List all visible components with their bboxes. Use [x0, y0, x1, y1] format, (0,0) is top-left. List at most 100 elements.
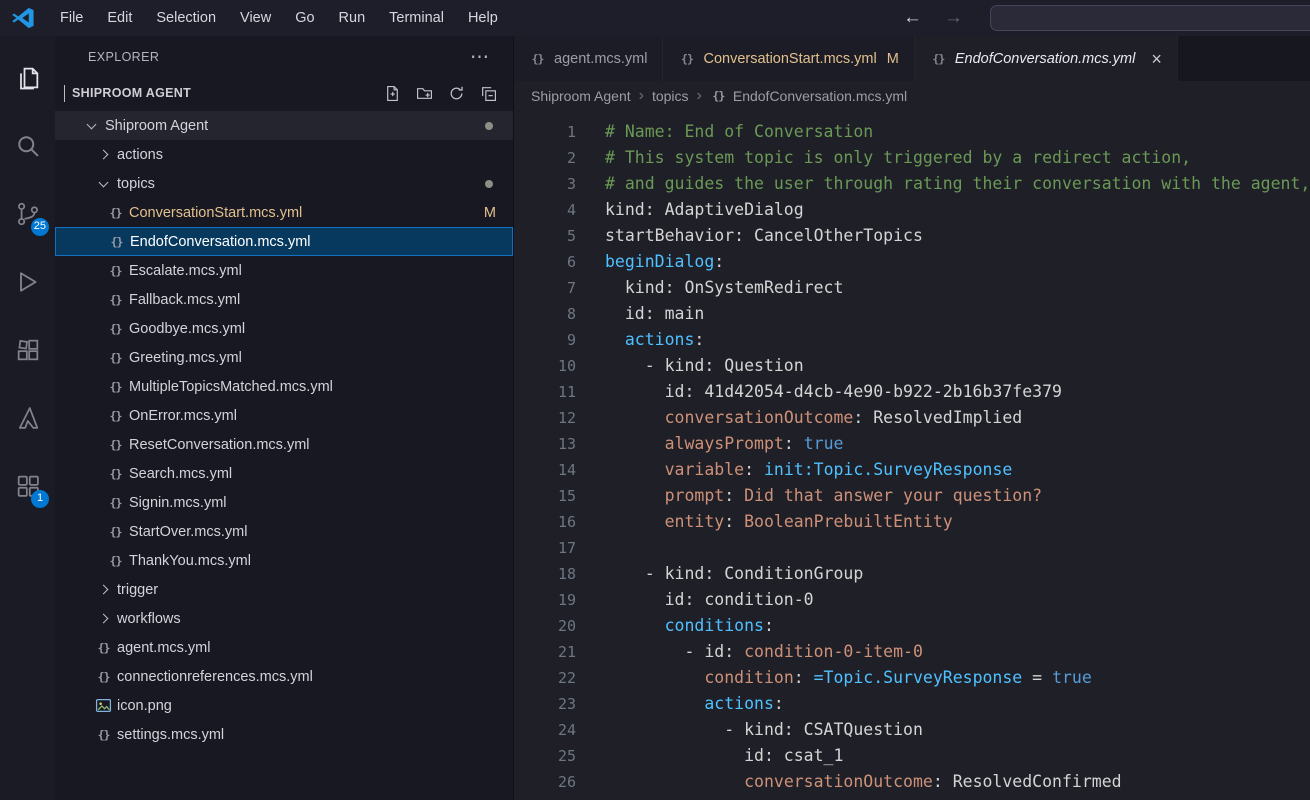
- code-line: 14 variable: init:Topic.SurveyResponse: [514, 457, 1310, 483]
- tree-item-endofconversation-mcs-yml[interactable]: {}EndofConversation.mcs.yml: [55, 227, 513, 256]
- line-number: 4: [514, 197, 576, 223]
- code-line-text: id: 41d42054-d4cb-4e90-b922-2b16b37fe379: [605, 379, 1062, 405]
- tree-item-workflows[interactable]: workflows: [55, 604, 513, 633]
- yaml-file-icon: {}: [95, 668, 112, 685]
- tree-item-fallback-mcs-yml[interactable]: {}Fallback.mcs.yml: [55, 285, 513, 314]
- section-label: SHIPROOM AGENT: [72, 86, 191, 100]
- tree-item-conversationstart-mcs-yml[interactable]: {}ConversationStart.mcs.ymlM: [55, 198, 513, 227]
- tree-item-label: ConversationStart.mcs.yml: [129, 205, 302, 221]
- tree-item-label: settings.mcs.yml: [117, 727, 224, 743]
- more-actions-icon[interactable]: ⋯: [470, 48, 489, 67]
- tree-item-label: agent.mcs.yml: [117, 640, 210, 656]
- breadcrumb-item-shiproom-agent[interactable]: Shiproom Agent: [531, 88, 631, 104]
- line-number: 15: [514, 483, 576, 509]
- line-number: 21: [514, 639, 576, 665]
- code-line: 16 entity: BooleanPrebuiltEntity: [514, 509, 1310, 535]
- source-control-icon[interactable]: 25: [0, 180, 55, 248]
- code-line: 9 actions:: [514, 327, 1310, 353]
- refresh-icon[interactable]: [448, 85, 465, 102]
- line-number: 1: [514, 119, 576, 145]
- tree-item-shiproom-agent[interactable]: Shiproom Agent: [55, 111, 513, 140]
- chevron-down-icon: [93, 182, 114, 186]
- tree-item-label: Greeting.mcs.yml: [129, 350, 242, 366]
- tree-item-resetconversation-mcs-yml[interactable]: {}ResetConversation.mcs.yml: [55, 430, 513, 459]
- yaml-file-icon: {}: [107, 204, 124, 221]
- tree-item-trigger[interactable]: trigger: [55, 575, 513, 604]
- menu-view[interactable]: View: [228, 0, 283, 36]
- back-arrow-icon[interactable]: ←: [903, 7, 922, 29]
- menu-file[interactable]: File: [48, 0, 95, 36]
- explorer-icon[interactable]: [0, 44, 55, 112]
- file-tree: Shiproom Agentactionstopics {} Conversatio…: [55, 108, 513, 800]
- menu-go[interactable]: Go: [283, 0, 326, 36]
- tree-item-agent-mcs-yml[interactable]: {}agent.mcs.yml: [55, 633, 513, 662]
- code-line: 5startBehavior: CancelOtherTopics: [514, 223, 1310, 249]
- azure-icon[interactable]: [0, 384, 55, 452]
- menu-help[interactable]: Help: [456, 0, 510, 36]
- tree-item-label: connectionreferences.mcs.yml: [117, 669, 313, 685]
- tree-item-multipletopicsmatched-mcs-yml[interactable]: {}MultipleTopicsMatched.mcs.yml: [55, 372, 513, 401]
- chevron-down-icon: [64, 85, 65, 101]
- tree-item-settings-mcs-yml[interactable]: {}settings.mcs.yml: [55, 720, 513, 749]
- yaml-file-icon: {}: [107, 465, 124, 482]
- tree-item-topics[interactable]: topics: [55, 169, 513, 198]
- yaml-file-icon: {}: [678, 50, 695, 67]
- menu-run[interactable]: Run: [327, 0, 378, 36]
- breadcrumb-separator: ›: [639, 87, 644, 105]
- code-line: 20 conditions:: [514, 613, 1310, 639]
- code-line: 26 conversationOutcome: ResolvedConfirme…: [514, 769, 1310, 795]
- menu-selection[interactable]: Selection: [144, 0, 228, 36]
- line-number: 6: [514, 249, 576, 275]
- code-line: 4kind: AdaptiveDialog: [514, 197, 1310, 223]
- apps-icon[interactable]: 1: [0, 452, 55, 520]
- yaml-file-icon: {}: [930, 50, 947, 67]
- tree-item-search-mcs-yml[interactable]: {} Search.mcs.yml: [55, 459, 513, 488]
- menu-terminal[interactable]: Terminal: [377, 0, 456, 36]
- tree-item-label: Search.mcs.yml: [129, 466, 232, 482]
- code-line: 19 id: condition-0: [514, 587, 1310, 613]
- line-number: 10: [514, 353, 576, 379]
- code-line: 7 kind: OnSystemRedirect: [514, 275, 1310, 301]
- code-line-text: - kind: CSATQuestion: [605, 717, 923, 743]
- yaml-file-icon: {}: [107, 349, 124, 366]
- yaml-file-icon: {}: [529, 50, 546, 67]
- tab-conversationstart-mcs-yml[interactable]: {}ConversationStart.mcs.ymlM: [663, 36, 914, 81]
- tree-item-escalate-mcs-yml[interactable]: {}Escalate.mcs.yml: [55, 256, 513, 285]
- command-center-search[interactable]: [990, 5, 1310, 31]
- breadcrumb-label: topics: [652, 88, 689, 104]
- tree-item-signin-mcs-yml[interactable]: {}Signin.mcs.yml: [55, 488, 513, 517]
- search-icon[interactable]: [0, 112, 55, 180]
- code-line-text: # and guides the user through rating the…: [605, 171, 1310, 197]
- tab-endofconversation-mcs-yml[interactable]: {}EndofConversation.mcs.yml×: [915, 36, 1178, 81]
- close-icon[interactable]: ×: [1151, 50, 1162, 68]
- breadcrumb-item-topics[interactable]: topics: [652, 88, 689, 104]
- tree-item-thankyou-mcs-yml[interactable]: {}ThankYou.mcs.yml: [55, 546, 513, 575]
- code-line-text: # Name: End of Conversation: [605, 119, 873, 145]
- tree-item-icon-png[interactable]: icon.png: [55, 691, 513, 720]
- code-area[interactable]: 1# Name: End of Conversation2# This syst…: [514, 111, 1310, 800]
- forward-arrow-icon[interactable]: →: [944, 7, 963, 29]
- menu-edit[interactable]: Edit: [95, 0, 144, 36]
- tree-item-actions[interactable]: actions: [55, 140, 513, 169]
- image-file-icon: [95, 697, 112, 714]
- new-file-icon[interactable]: [384, 85, 401, 102]
- tree-item-label: icon.png: [117, 698, 172, 714]
- code-line-text: beginDialog:: [605, 249, 724, 275]
- tree-item-greeting-mcs-yml[interactable]: {} Greeting.mcs.yml: [55, 343, 513, 372]
- section-header-shiproom-agent[interactable]: SHIPROOM AGENT: [55, 78, 513, 108]
- run-debug-icon[interactable]: [0, 248, 55, 316]
- extensions-icon[interactable]: [0, 316, 55, 384]
- tree-item-connectionreferences-mcs-yml[interactable]: {} connectionreferences.mcs.yml: [55, 662, 513, 691]
- line-number: 20: [514, 613, 576, 639]
- tree-item-startover-mcs-yml[interactable]: {}StartOver.mcs.yml: [55, 517, 513, 546]
- yaml-file-icon: {}: [107, 320, 124, 337]
- breadcrumb-label: Shiproom Agent: [531, 88, 631, 104]
- new-folder-icon[interactable]: [416, 85, 433, 102]
- chevron-right-icon: [93, 151, 114, 158]
- tree-item-onerror-mcs-yml[interactable]: {}OnError.mcs.yml: [55, 401, 513, 430]
- collapse-all-icon[interactable]: [480, 85, 497, 102]
- breadcrumb-item-endofconversation-mcs-yml[interactable]: {}EndofConversation.mcs.yml: [710, 88, 907, 105]
- line-number: 23: [514, 691, 576, 717]
- tree-item-goodbye-mcs-yml[interactable]: {}Goodbye.mcs.yml: [55, 314, 513, 343]
- tab-agent-mcs-yml[interactable]: {}agent.mcs.yml: [514, 36, 663, 81]
